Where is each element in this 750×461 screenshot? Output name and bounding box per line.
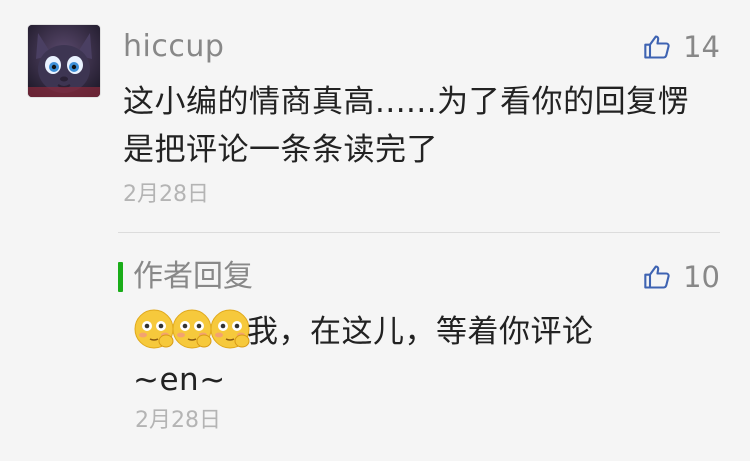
reply-like-button[interactable]: 10 [643, 259, 720, 295]
author-reply: 作者回复 10 我，在这儿，等着你评论 ~en~ 2月28日 [0, 233, 750, 461]
shy-face-emoji-icon [209, 308, 251, 350]
reply-date: 2月28日 [135, 408, 221, 433]
thumbs-up-icon [644, 265, 670, 289]
author-reply-label-text: 作者回复 [133, 259, 253, 294]
comment-screen: hiccup 14 这小编的情商真高......为了看你的回复愣是把评论一条条读… [0, 0, 750, 461]
comment-text: 这小编的情商真高......为了看你的回复愣是把评论一条条读完了 [123, 84, 690, 168]
reply-text: 我，在这儿，等着你评论 ~en~ [133, 308, 713, 404]
reader-comment: hiccup 14 这小编的情商真高......为了看你的回复愣是把评论一条条读… [0, 0, 750, 230]
shy-face-emoji-icon [171, 308, 213, 350]
reply-like-count: 10 [683, 260, 720, 294]
reply-text-line2: ~en~ [133, 362, 226, 398]
reply-text-line1: 我，在这儿，等着你评论 [247, 314, 594, 350]
shy-face-emoji-icon [133, 308, 175, 350]
author-accent-bar [118, 262, 123, 292]
cat-avatar-icon [28, 25, 100, 97]
thumbs-up-icon [644, 35, 670, 59]
comment-date: 2月28日 [123, 182, 209, 207]
commenter-nickname[interactable]: hiccup [123, 29, 224, 65]
author-reply-label: 作者回复 [118, 259, 253, 295]
comment-like-count: 14 [683, 30, 720, 64]
avatar[interactable] [28, 25, 100, 97]
comment-like-button[interactable]: 14 [643, 29, 720, 65]
